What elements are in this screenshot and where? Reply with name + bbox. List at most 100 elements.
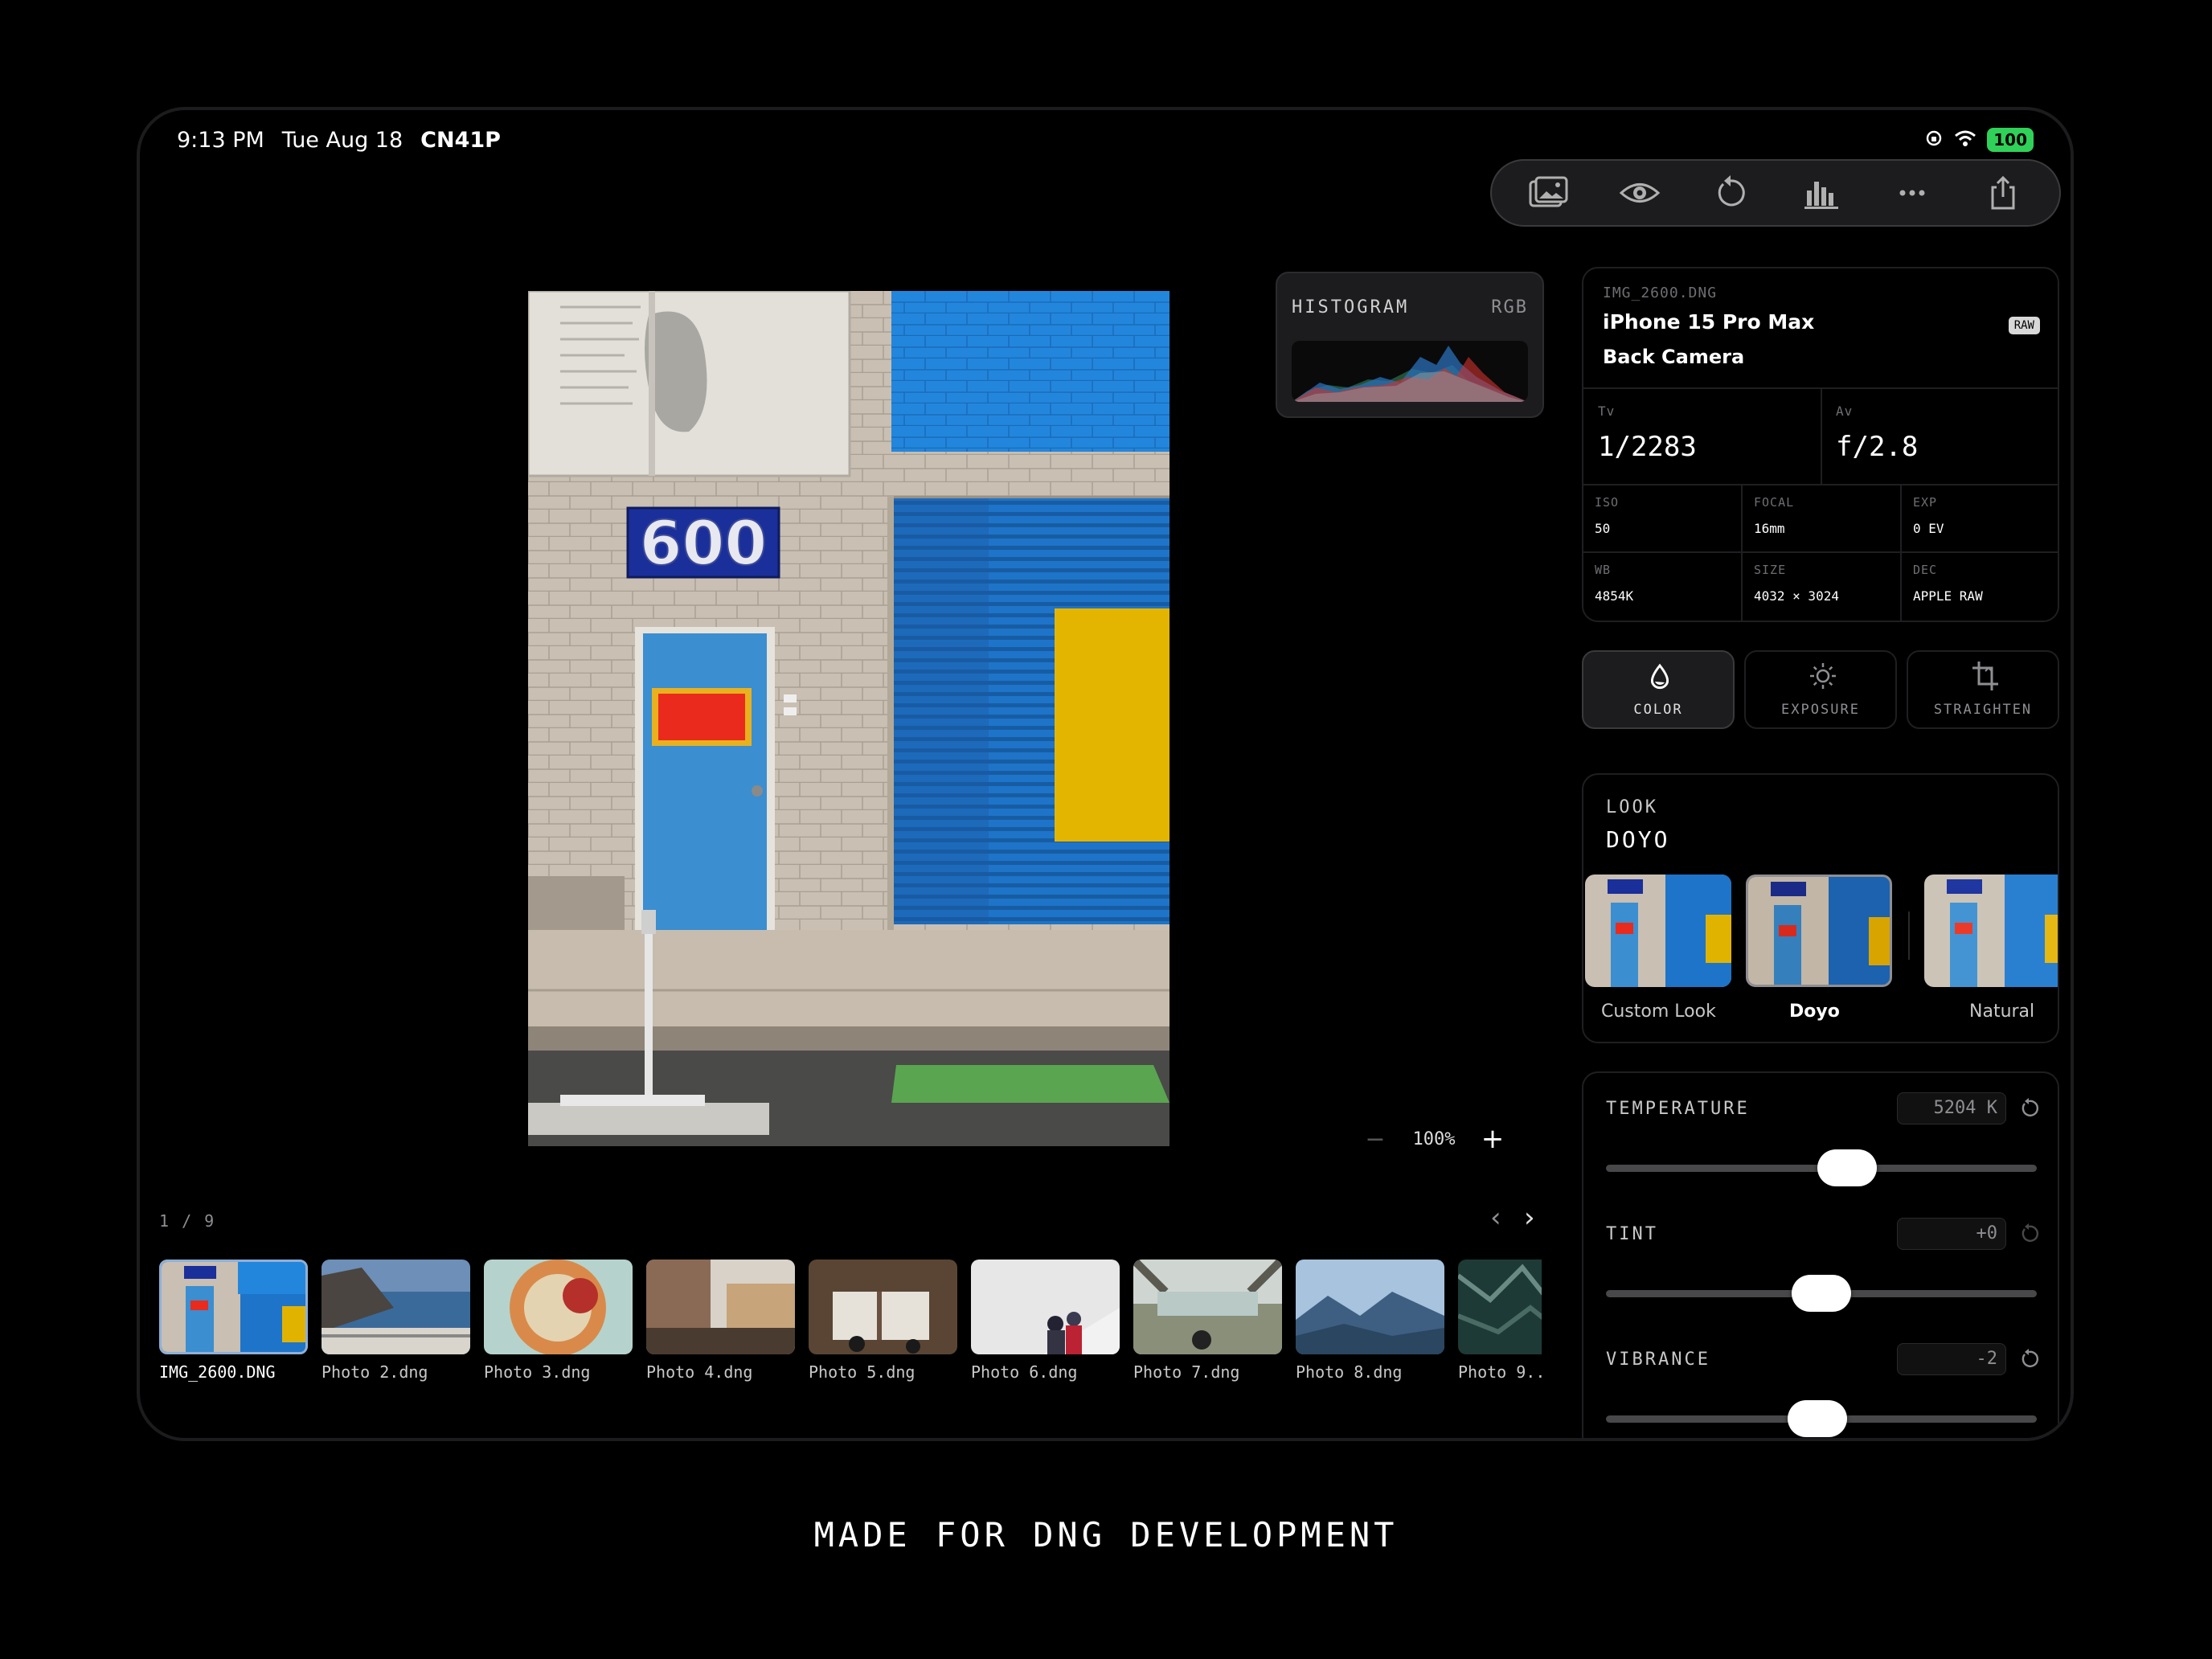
tint-field[interactable]: +0	[1897, 1218, 2006, 1250]
dec-label: DEC	[1913, 563, 1938, 577]
svg-text:600: 600	[640, 507, 768, 579]
tagline: MADE FOR DNG DEVELOPMENT	[813, 1515, 1399, 1555]
filmstrip-item[interactable]	[646, 1260, 795, 1356]
filmstrip-item[interactable]	[809, 1260, 957, 1356]
filmstrip-item[interactable]	[971, 1260, 1120, 1356]
histogram-graph	[1292, 341, 1528, 402]
crop-icon	[1972, 662, 1998, 690]
filmstrip-next-button[interactable]: ›	[1524, 1202, 1535, 1234]
more-icon[interactable]	[1883, 167, 1941, 219]
vibrance-label: VIBRANCE	[1606, 1350, 1710, 1370]
look-option-custom[interactable]	[1585, 875, 1731, 987]
temperature-field[interactable]: 5204 K	[1897, 1092, 2006, 1124]
zoom-level: 100%	[1412, 1129, 1456, 1149]
filmstrip-item[interactable]	[322, 1260, 470, 1356]
av-label: Av	[1836, 403, 1854, 419]
size-value: 4032 × 3024	[1754, 588, 1839, 604]
histogram-title: HISTOGRAM	[1292, 297, 1410, 317]
look-option-label: Natural	[1969, 1002, 2035, 1022]
tab-exposure-label: EXPOSURE	[1781, 702, 1860, 718]
filmstrip-item-label: Photo 8.dng	[1296, 1362, 1403, 1382]
eye-icon[interactable]	[1611, 167, 1669, 219]
vibrance-field[interactable]: -2	[1897, 1343, 2006, 1375]
filmstrip-pager: 1 / 9	[159, 1211, 216, 1231]
status-carrier: CN41P	[420, 127, 501, 153]
tint-label: TINT	[1606, 1224, 1658, 1244]
tint-slider-knob[interactable]	[1792, 1275, 1851, 1312]
wb-value: 4854K	[1595, 588, 1634, 604]
camera-lens: Back Camera	[1603, 346, 1745, 368]
filmstrip	[159, 1260, 1542, 1356]
orientation-lock-icon	[1924, 129, 1944, 151]
droplet-icon	[1650, 663, 1669, 690]
reset-icon[interactable]	[2017, 1097, 2040, 1120]
filmstrip-item-label: Photo 6.dng	[971, 1362, 1078, 1382]
tv-label: Tv	[1598, 403, 1616, 419]
wifi-icon	[1953, 129, 1977, 151]
filmstrip-item-label: IMG_2600.DNG	[159, 1362, 276, 1382]
adjustments-panel: TEMPERATURE 5204 K TINT +0 VIBRANCE -2	[1582, 1071, 2059, 1438]
look-option-label: Doyo	[1789, 1002, 1840, 1022]
histogram-panel[interactable]: HISTOGRAM RGB	[1276, 272, 1544, 418]
histogram-mode[interactable]: RGB	[1491, 297, 1528, 317]
temperature-slider-knob[interactable]	[1817, 1149, 1878, 1186]
look-header: LOOK	[1606, 797, 1658, 817]
filmstrip-item-label: Photo 3.dng	[484, 1362, 591, 1382]
top-toolbar	[1490, 159, 2061, 227]
raw-badge: RAW	[2008, 317, 2040, 334]
histogram-icon[interactable]	[1792, 167, 1850, 219]
exp-value: 0 EV	[1913, 521, 1944, 536]
filmstrip-item-label: Photo 2.dng	[322, 1362, 428, 1382]
temperature-label: TEMPERATURE	[1606, 1099, 1750, 1119]
sun-icon	[1810, 663, 1836, 689]
gallery-icon[interactable]	[1520, 167, 1578, 219]
look-option-natural[interactable]	[1924, 875, 2058, 987]
status-indicators: 100	[1924, 121, 2034, 158]
temperature-slider[interactable]	[1606, 1149, 2037, 1186]
tab-color-label: COLOR	[1633, 702, 1683, 718]
metadata-panel: IMG_2600.DNG iPhone 15 Pro Max Back Came…	[1582, 267, 2059, 622]
tab-straighten[interactable]: STRAIGHTEN	[1907, 650, 2059, 729]
tint-slider[interactable]	[1606, 1275, 2037, 1312]
dec-value: APPLE RAW	[1913, 588, 1983, 604]
look-current: DOYO	[1606, 826, 1670, 853]
look-option-label: Custom Look	[1601, 1002, 1716, 1022]
filmstrip-item[interactable]	[1296, 1260, 1444, 1356]
main-photo[interactable]: 600	[528, 291, 1169, 1146]
filmstrip-prev-button[interactable]: ‹	[1490, 1202, 1501, 1234]
tab-color[interactable]: COLOR	[1582, 650, 1735, 729]
iso-label: ISO	[1595, 495, 1620, 510]
tab-exposure[interactable]: EXPOSURE	[1744, 650, 1897, 729]
filmstrip-item-label: Photo 9..	[1458, 1362, 1546, 1382]
size-label: SIZE	[1754, 563, 1787, 577]
filmstrip-item-label: Photo 7.dng	[1133, 1362, 1240, 1382]
wb-label: WB	[1595, 563, 1612, 577]
zoom-in-button[interactable]: +	[1479, 1123, 1506, 1155]
aperture: f/2.8	[1836, 431, 1919, 463]
battery-indicator: 100	[1987, 128, 2034, 152]
exp-label: EXP	[1913, 495, 1938, 510]
filmstrip-item[interactable]	[484, 1260, 633, 1356]
share-icon[interactable]	[1974, 167, 2032, 219]
filmstrip-item-label: Photo 4.dng	[646, 1362, 753, 1382]
zoom-control: − 100% +	[1362, 1123, 1506, 1155]
shutter-speed: 1/2283	[1598, 431, 1697, 463]
iso-value: 50	[1595, 521, 1611, 536]
filmstrip-item-label: Photo 5.dng	[809, 1362, 916, 1382]
file-name: IMG_2600.DNG	[1603, 285, 1718, 301]
filmstrip-item[interactable]	[159, 1260, 308, 1356]
reset-icon[interactable]	[2017, 1223, 2040, 1245]
reset-icon[interactable]	[2017, 1348, 2040, 1370]
ipad-frame: 9:13 PM Tue Aug 18 CN41P 100 600 HISTOGR…	[137, 107, 2074, 1441]
focal-label: FOCAL	[1754, 495, 1795, 510]
focal-value: 16mm	[1754, 521, 1785, 536]
filmstrip-item[interactable]	[1458, 1260, 1542, 1356]
vibrance-slider[interactable]	[1606, 1400, 2037, 1437]
look-option-doyo[interactable]	[1746, 875, 1892, 987]
undo-icon[interactable]	[1702, 167, 1759, 219]
camera-model: iPhone 15 Pro Max	[1603, 310, 1815, 334]
vibrance-slider-knob[interactable]	[1787, 1400, 1847, 1437]
zoom-out-button[interactable]: −	[1362, 1125, 1389, 1153]
status-time: 9:13 PM	[177, 127, 264, 153]
filmstrip-item[interactable]	[1133, 1260, 1282, 1356]
